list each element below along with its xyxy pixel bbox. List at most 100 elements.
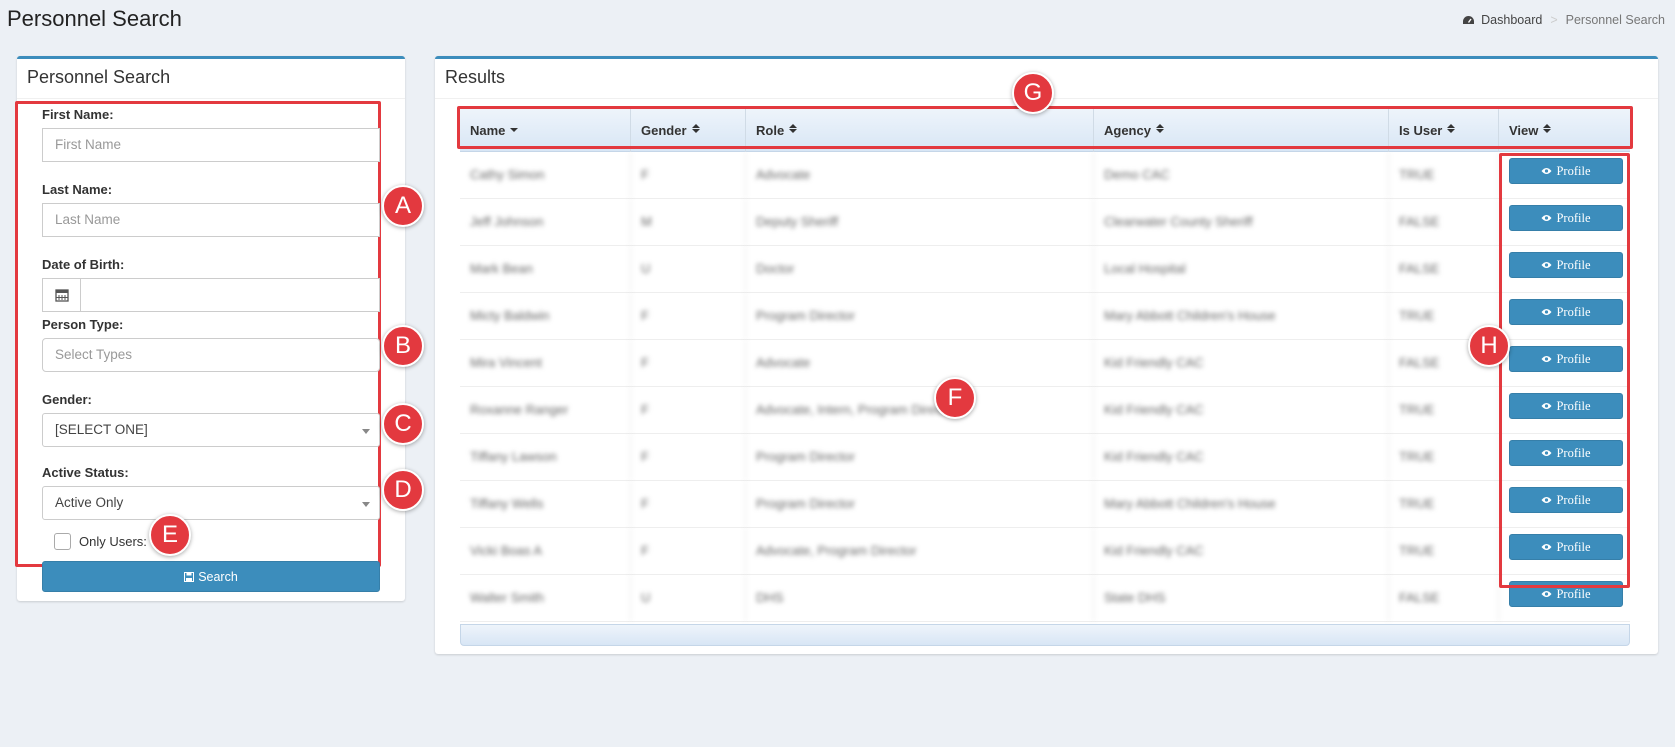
chevron-down-icon	[362, 502, 370, 507]
annotation-marker-f: F	[934, 377, 976, 419]
cell-agency: Local Hospital	[1094, 246, 1389, 292]
cell-agency: Kid Friendly CAC	[1094, 528, 1389, 574]
cell-agency: Demo CAC	[1094, 152, 1389, 198]
person-type-label: Person Type:	[42, 317, 124, 332]
dob-label: Date of Birth:	[42, 257, 125, 272]
cell-gender: F	[631, 152, 746, 198]
cell-is-user: FALSE	[1389, 246, 1499, 292]
cell-role: Advocate	[746, 152, 1094, 198]
annotation-marker-g: G	[1012, 72, 1054, 114]
cell-role: Deputy Sheriff	[746, 199, 1094, 245]
eye-icon	[1541, 591, 1552, 597]
chevron-down-icon	[362, 429, 370, 434]
cell-is-user: TRUE	[1389, 434, 1499, 480]
table-row: Mark Bean U Doctor Local Hospital FALSE Profi…	[460, 246, 1630, 293]
last-name-input[interactable]: Last Name	[42, 203, 380, 237]
gender-select[interactable]: [SELECT ONE]	[42, 413, 380, 447]
table-row: Jeff Johnson M Deputy Sheriff Clearwater Co…	[460, 199, 1630, 246]
only-users-checkbox[interactable]	[54, 533, 71, 550]
table-row: Walter Smith U DHS State DHS FALSE Profile	[460, 575, 1630, 622]
dob-field[interactable]	[42, 278, 380, 312]
cell-name: Roxanne Ranger	[460, 387, 631, 433]
annotation-marker-h: H	[1468, 325, 1510, 367]
cell-is-user: FALSE	[1389, 575, 1499, 621]
active-status-select-value: Active Only	[55, 495, 124, 510]
cell-is-user: TRUE	[1389, 481, 1499, 527]
cell-agency: Clearwater County Sheriff	[1094, 199, 1389, 245]
cell-name: Mark Bean	[460, 246, 631, 292]
cell-gender: F	[631, 528, 746, 574]
first-name-input[interactable]: First Name	[42, 128, 380, 162]
cell-gender: F	[631, 293, 746, 339]
only-users-row: Only Users:	[54, 533, 147, 550]
search-panel-title: Personnel Search	[17, 59, 405, 99]
cell-role: Advocate	[746, 340, 1094, 386]
cell-agency: Kid Friendly CAC	[1094, 434, 1389, 480]
cell-agency: Kid Friendly CAC	[1094, 387, 1389, 433]
person-type-select[interactable]: Select Types	[42, 338, 380, 372]
cell-gender: M	[631, 199, 746, 245]
breadcrumb-dashboard-label: Dashboard	[1481, 13, 1543, 27]
cell-agency: Mary Abbott Children's House	[1094, 481, 1389, 527]
active-status-label: Active Status:	[42, 465, 129, 480]
search-panel: Personnel Search First Name: First Name …	[15, 56, 405, 601]
cell-agency: Kid Friendly CAC	[1094, 340, 1389, 386]
breadcrumb-current: Personnel Search	[1565, 13, 1665, 27]
cell-name: Cathy Simon	[460, 152, 631, 198]
save-icon	[184, 571, 195, 582]
cell-role: DHS	[746, 575, 1094, 621]
active-status-select[interactable]: Active Only	[42, 486, 380, 520]
cell-gender: F	[631, 340, 746, 386]
cell-agency: State DHS	[1094, 575, 1389, 621]
only-users-label: Only Users:	[79, 534, 147, 549]
cell-name: Walter Smith	[460, 575, 631, 621]
cell-agency: Mary Abbott Children's House	[1094, 293, 1389, 339]
cell-gender: F	[631, 387, 746, 433]
cell-gender: F	[631, 481, 746, 527]
cell-role: Program Director	[746, 293, 1094, 339]
table-footer	[460, 624, 1630, 646]
gender-label: Gender:	[42, 392, 92, 407]
table-row: Vicki Boas A F Advocate, Program Director K…	[460, 528, 1630, 575]
cell-gender: U	[631, 575, 746, 621]
table-row: Tiffany Wells F Program Director Mary Abbot…	[460, 481, 1630, 528]
breadcrumb-dashboard-link[interactable]: Dashboard	[1462, 13, 1542, 27]
annotation-marker-e: E	[149, 514, 191, 556]
cell-name: Micty Baldwin	[460, 293, 631, 339]
gender-select-value: [SELECT ONE]	[55, 422, 148, 437]
annotation-marker-d: D	[382, 469, 424, 511]
cell-name: Tiffany Lawson	[460, 434, 631, 480]
cell-role: Advocate, Intern, Program Director	[746, 387, 1094, 433]
cell-is-user: TRUE	[1389, 387, 1499, 433]
table-row: Cathy Simon F Advocate Demo CAC TRUE Profile	[460, 152, 1630, 199]
cell-gender: U	[631, 246, 746, 292]
dashboard-icon	[1463, 15, 1475, 24]
breadcrumb-separator: >	[1550, 13, 1558, 27]
annotation-frame-view-column	[1499, 153, 1630, 588]
cell-gender: F	[631, 434, 746, 480]
cell-name: Jeff Johnson	[460, 199, 631, 245]
annotation-marker-c: C	[382, 403, 424, 445]
breadcrumb: Dashboard > Personnel Search	[1462, 13, 1665, 27]
cell-name: Vicki Boas A	[460, 528, 631, 574]
cell-is-user: TRUE	[1389, 152, 1499, 198]
annotation-marker-a: A	[382, 185, 424, 227]
last-name-label: Last Name:	[42, 182, 113, 197]
search-button[interactable]: Search	[42, 561, 380, 592]
cell-is-user: TRUE	[1389, 528, 1499, 574]
cell-is-user: FALSE	[1389, 199, 1499, 245]
cell-role: Doctor	[746, 246, 1094, 292]
page-title: Personnel Search	[7, 6, 182, 31]
table-row: Micty Baldwin F Program Director Mary Abbot…	[460, 293, 1630, 340]
calendar-icon[interactable]	[43, 279, 81, 311]
cell-name: Tiffany Wells	[460, 481, 631, 527]
search-button-label: Search	[198, 569, 238, 584]
profile-button-label: Profile	[1556, 586, 1591, 601]
cell-role: Program Director	[746, 481, 1094, 527]
cell-role: Advocate, Program Director	[746, 528, 1094, 574]
annotation-frame-header	[457, 106, 1633, 149]
table-body: Cathy Simon F Advocate Demo CAC TRUE Profile J…	[460, 152, 1630, 622]
table-row: Mira Vincent F Advocate Kid Friendly CAC FAL…	[460, 340, 1630, 387]
dob-input[interactable]	[81, 279, 379, 311]
cell-role: Program Director	[746, 434, 1094, 480]
